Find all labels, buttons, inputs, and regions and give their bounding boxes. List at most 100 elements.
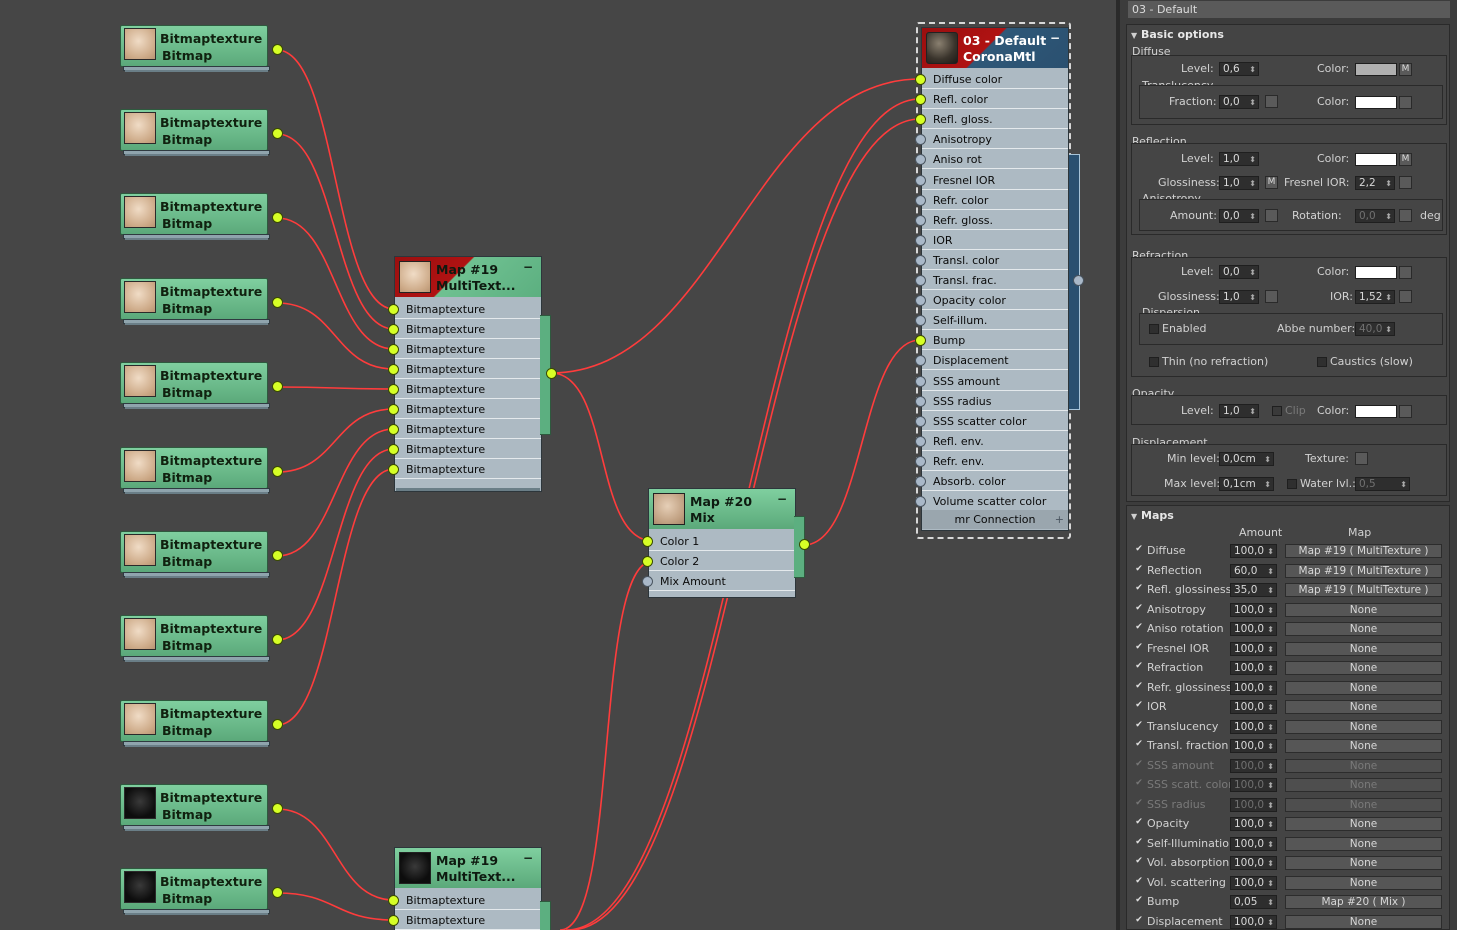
mix-input-row[interactable]: Color 1 bbox=[642, 532, 795, 551]
material-input-port[interactable] bbox=[915, 275, 926, 286]
material-input-port[interactable] bbox=[915, 375, 926, 387]
bitmap-node[interactable]: Bitmaptexture Bitmap bbox=[120, 615, 283, 663]
map-slot-button[interactable]: None bbox=[1285, 622, 1442, 636]
mr-connection-row[interactable]: mr Connection + bbox=[922, 510, 1068, 529]
map-slot-button[interactable]: Map #19 ( MultiTexture ) bbox=[1285, 583, 1442, 597]
material-input-row[interactable]: Refr. color bbox=[915, 191, 1068, 210]
material-input-row[interactable]: Refl. color bbox=[915, 90, 1068, 110]
map-slot-amount-spinner[interactable]: 100,0 bbox=[1230, 544, 1277, 558]
map-slot-button[interactable]: None bbox=[1285, 758, 1442, 773]
refl-glossiness-spinner[interactable]: 1,0 bbox=[1219, 176, 1259, 190]
refl-gloss-map-button[interactable]: M bbox=[1265, 176, 1278, 189]
map-slot-checkbox[interactable]: ✔ bbox=[1134, 681, 1144, 692]
bitmap-output-port[interactable] bbox=[272, 297, 283, 308]
multitexture-input-row[interactable]: Bitmaptexture bbox=[388, 420, 541, 439]
refl-map-button[interactable]: M bbox=[1399, 153, 1412, 166]
opacity-map-button[interactable] bbox=[1399, 405, 1412, 418]
multitexture-input-row[interactable]: Bitmaptexture bbox=[388, 440, 541, 459]
map-slot-amount-spinner[interactable]: 100,0 bbox=[1230, 680, 1277, 695]
multitexture-output-port[interactable] bbox=[546, 368, 557, 379]
dispersion-enabled-checkbox[interactable] bbox=[1149, 324, 1159, 334]
map-slot-amount-spinner[interactable]: 35,0 bbox=[1230, 583, 1277, 597]
map-slot-button[interactable]: None bbox=[1285, 817, 1442, 831]
multitexture-input-row[interactable]: Bitmaptexture bbox=[388, 340, 541, 359]
map-slot-checkbox[interactable]: ✔ bbox=[1134, 720, 1144, 731]
multitexture2-input-row[interactable]: Bitmaptexture bbox=[388, 911, 541, 930]
map-slot-checkbox[interactable]: ✔ bbox=[1134, 915, 1144, 926]
multitexture-input-port[interactable] bbox=[388, 384, 399, 395]
fraction-map-button[interactable] bbox=[1265, 95, 1278, 108]
multitexture-input-port[interactable] bbox=[388, 364, 399, 375]
map-slot-button[interactable]: None bbox=[1285, 875, 1442, 890]
map-slot-amount-spinner[interactable]: 60,0 bbox=[1230, 563, 1277, 578]
map-slot-checkbox[interactable]: ✔ bbox=[1134, 603, 1144, 614]
material-input-port[interactable] bbox=[915, 154, 926, 166]
bitmap-node[interactable]: Bitmaptexture Bitmap bbox=[120, 109, 283, 157]
bitmap-node[interactable]: Bitmaptexture Bitmap bbox=[120, 278, 283, 326]
material-input-port[interactable] bbox=[915, 254, 926, 266]
material-input-port[interactable] bbox=[915, 476, 926, 487]
material-input-row[interactable]: Volume scatter color bbox=[915, 492, 1068, 512]
bitmap-output-port[interactable] bbox=[272, 381, 283, 392]
maps-header[interactable]: ▼ Maps bbox=[1131, 509, 1174, 522]
material-input-port[interactable] bbox=[915, 415, 926, 427]
node-header[interactable]: Map #20 Mix − bbox=[649, 489, 795, 529]
map-slot-amount-spinner[interactable]: 100,0 bbox=[1230, 641, 1277, 656]
multitexture-input-port[interactable] bbox=[388, 324, 399, 335]
fresnel-map-button[interactable] bbox=[1399, 176, 1412, 189]
material-input-row[interactable]: Refl. env. bbox=[915, 432, 1068, 451]
map-slot-amount-spinner[interactable]: 100,0 bbox=[1230, 719, 1277, 734]
material-input-port[interactable] bbox=[915, 496, 926, 508]
material-input-port[interactable] bbox=[915, 395, 926, 407]
bitmap-node[interactable]: Bitmaptexture Bitmap bbox=[120, 531, 283, 579]
map-slot-checkbox[interactable]: ✔ bbox=[1134, 564, 1144, 575]
mix-node[interactable]: Map #20 Mix − Color 1 Color 2 Mix Amount bbox=[642, 488, 796, 598]
material-input-port[interactable] bbox=[915, 295, 926, 307]
refl-color-swatch[interactable] bbox=[1355, 153, 1397, 166]
displacement-texture-button[interactable] bbox=[1355, 452, 1368, 465]
map-slot-button[interactable]: None bbox=[1285, 661, 1442, 675]
multitexture-input-row[interactable]: Bitmaptexture bbox=[388, 380, 541, 399]
map-slot-button[interactable]: None bbox=[1285, 914, 1442, 929]
map-slot-amount-spinner[interactable]: 100,0 bbox=[1230, 797, 1277, 812]
min-level-spinner[interactable]: 0,0cm bbox=[1219, 452, 1274, 466]
thin-checkbox[interactable] bbox=[1149, 357, 1159, 367]
map-slot-checkbox[interactable]: ✔ bbox=[1134, 798, 1144, 809]
water-level-checkbox[interactable] bbox=[1287, 479, 1297, 489]
map-slot-amount-spinner[interactable]: 0,05 bbox=[1230, 895, 1277, 909]
mix-input-port[interactable] bbox=[642, 536, 653, 547]
map-slot-checkbox[interactable]: ✔ bbox=[1134, 642, 1144, 653]
material-input-row[interactable]: SSS scatter color bbox=[915, 412, 1068, 431]
bitmap-output-port[interactable] bbox=[272, 887, 283, 898]
map-slot-button[interactable]: Map #19 ( MultiTexture ) bbox=[1285, 544, 1442, 558]
fraction-spinner[interactable]: 0,0 bbox=[1219, 95, 1259, 109]
mix-input-port[interactable] bbox=[642, 576, 653, 587]
material-input-port[interactable] bbox=[915, 234, 926, 246]
bitmap-node[interactable]: Bitmaptexture Bitmap bbox=[120, 868, 283, 916]
ior-spinner[interactable]: 1,52 bbox=[1355, 290, 1395, 304]
map-slot-button[interactable]: None bbox=[1285, 856, 1442, 870]
max-level-spinner[interactable]: 0,1cm bbox=[1219, 477, 1274, 491]
map-slot-checkbox[interactable]: ✔ bbox=[1134, 545, 1144, 555]
collapse-button[interactable]: − bbox=[777, 492, 787, 506]
collapse-button[interactable]: − bbox=[523, 851, 533, 865]
node-header[interactable]: Map #19 MultiText... − bbox=[395, 848, 541, 888]
bitmap-output-port[interactable] bbox=[272, 550, 283, 561]
multitexture-node-1[interactable]: Map #19 MultiText... − Bitmaptexture Bitm… bbox=[388, 256, 542, 492]
multitexture-input-port[interactable] bbox=[388, 424, 399, 435]
map-slot-amount-spinner[interactable]: 100,0 bbox=[1230, 739, 1277, 753]
map-slot-button[interactable]: None bbox=[1285, 680, 1442, 695]
material-input-row[interactable]: Anisotropy bbox=[915, 130, 1068, 150]
rotation-map-button[interactable] bbox=[1399, 209, 1412, 222]
mix-input-row[interactable]: Mix Amount bbox=[642, 572, 795, 591]
map-slot-checkbox[interactable]: ✔ bbox=[1134, 662, 1144, 672]
bitmap-output-port[interactable] bbox=[272, 212, 283, 223]
material-input-row[interactable]: Diffuse color bbox=[915, 70, 1068, 89]
aniso-map-button[interactable] bbox=[1265, 209, 1278, 222]
node-header[interactable]: Map #19 MultiText... − bbox=[395, 257, 541, 297]
map-slot-checkbox[interactable]: ✔ bbox=[1134, 837, 1144, 848]
material-input-port[interactable] bbox=[915, 315, 926, 327]
material-name-field[interactable]: 03 - Default bbox=[1128, 1, 1450, 18]
map-slot-amount-spinner[interactable]: 100,0 bbox=[1230, 836, 1277, 851]
map-slot-amount-spinner[interactable]: 100,0 bbox=[1230, 875, 1277, 890]
